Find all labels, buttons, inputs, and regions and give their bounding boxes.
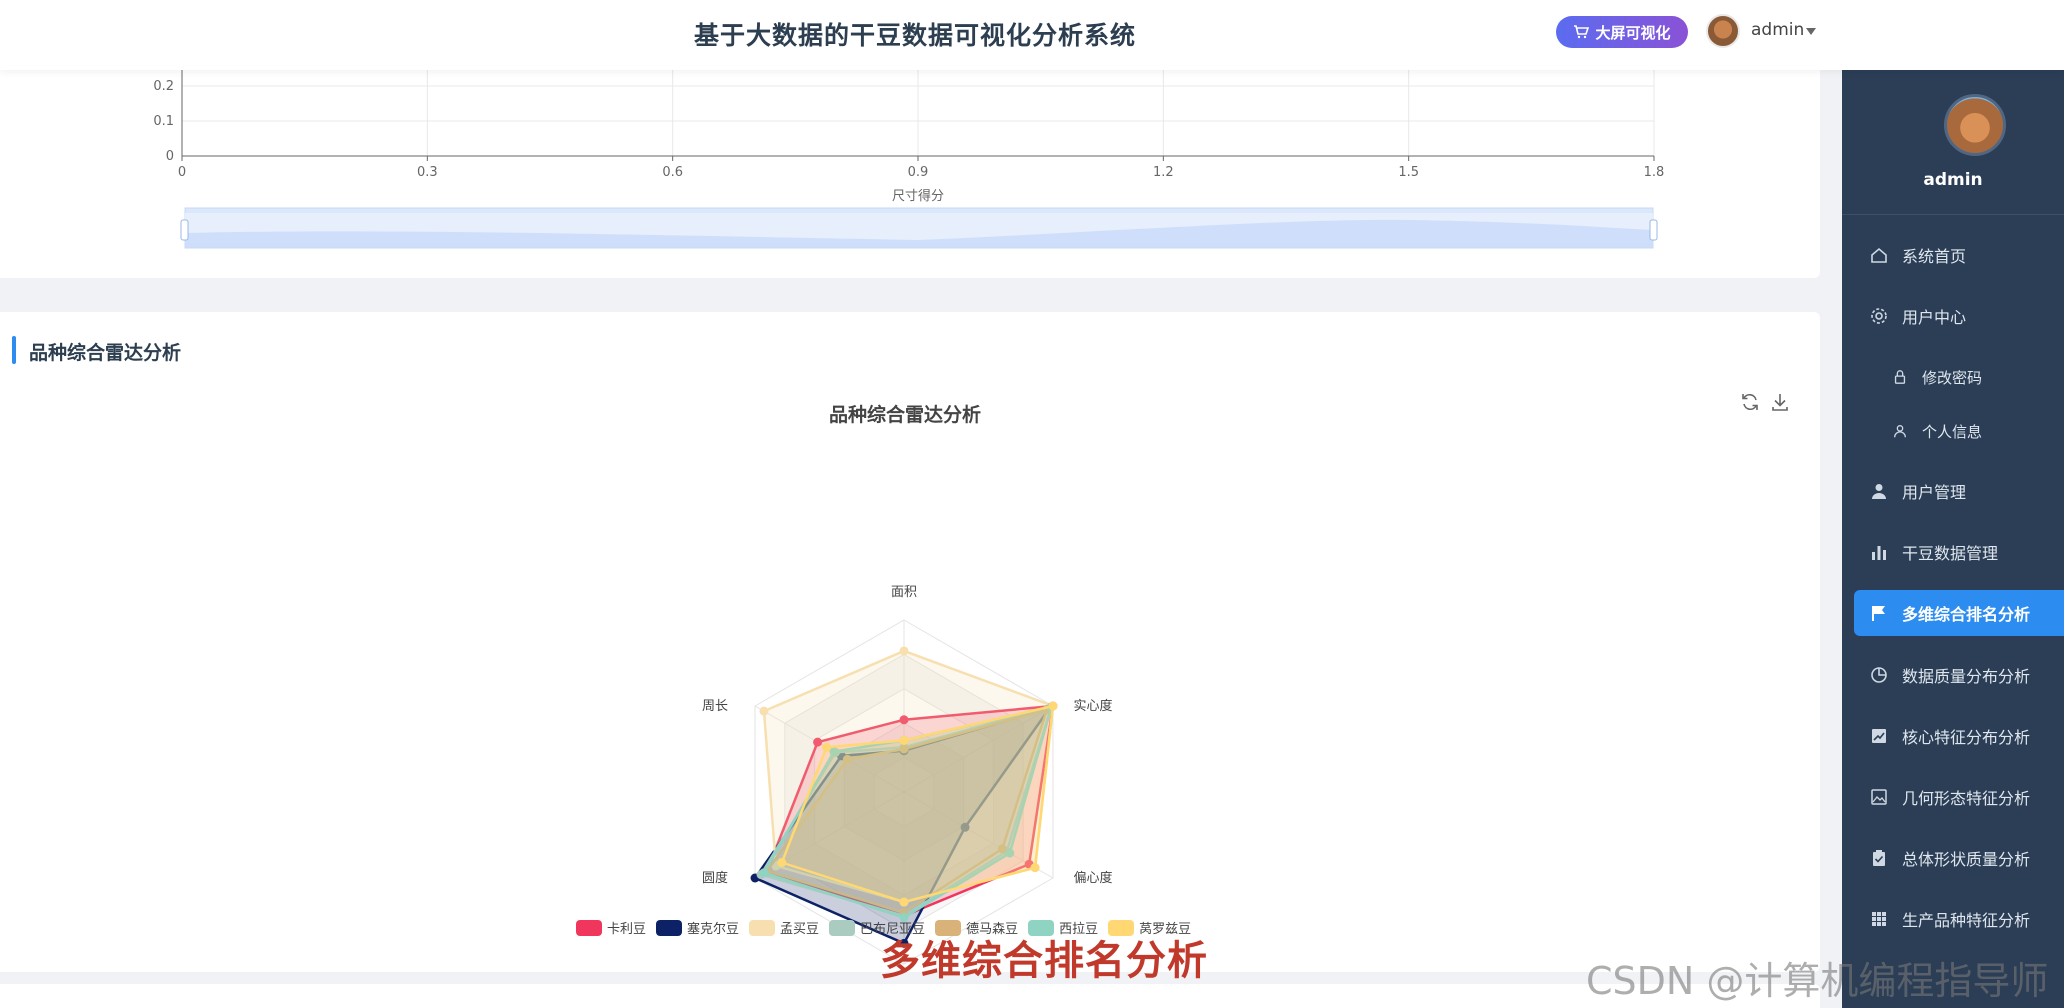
radar-point[interactable] (777, 858, 787, 868)
scatter-chart: 0 0.3 0.6 0.9 1.2 1.5 1.8 0 0.1 0.2 尺寸得分 (153, 40, 1664, 249)
zoom-handle-left[interactable] (180, 219, 189, 241)
sidebar-avatar[interactable] (1944, 94, 2006, 156)
legend-swatch (656, 919, 683, 936)
sidebar-item-label: 几何形态特征分析 (1902, 789, 2031, 808)
x-tick-label: 1.2 (1153, 165, 1174, 180)
home-icon (1870, 246, 1888, 264)
bigscreen-label: 大屏可视化 (1595, 23, 1671, 42)
radar-point[interactable] (899, 735, 909, 745)
sidebar-item-3[interactable]: 个人信息 (1842, 408, 2064, 454)
zoom-handle-right[interactable] (1649, 219, 1658, 241)
radar-chart: 面积实心度偏心度紧凑度圆度周长 (702, 585, 1112, 965)
sidebar-item-6[interactable]: 多维综合排名分析 (1854, 590, 2064, 636)
video-caption: 多维综合排名分析 (880, 938, 1208, 984)
user-icon (1870, 482, 1888, 500)
legend-swatch (749, 919, 776, 936)
radar-card: 品种综合雷达分析 品种综合雷达分析 面积实心度偏心度紧凑度圆度周长 卡利豆塞克尔… (0, 312, 1820, 972)
y-tick-label: 0.2 (153, 79, 174, 94)
legend-item[interactable]: 卡利豆 (576, 918, 646, 937)
legend-label: 塞克尔豆 (687, 922, 740, 937)
sidebar-item-label: 修改密码 (1922, 368, 1983, 387)
radar-indicator-label: 面积 (891, 585, 917, 600)
legend-label: 孟买豆 (780, 922, 820, 937)
bar-chart-icon (1870, 543, 1888, 561)
grid-icon (1870, 910, 1888, 928)
y-tick-label: 0 (166, 149, 174, 164)
radar-indicator-label: 圆度 (702, 870, 728, 886)
radar-indicator-label: 偏心度 (1073, 870, 1112, 886)
radar-point[interactable] (822, 742, 832, 752)
sidebar-item-label: 核心特征分布分析 (1902, 728, 2031, 747)
legend-swatch (576, 919, 602, 936)
sidebar-item-7[interactable]: 数据质量分布分析 (1842, 652, 2064, 698)
next-card (0, 984, 1820, 1008)
x-tick-label: 0.6 (662, 165, 683, 180)
x-tick-label: 0.3 (417, 165, 438, 180)
sidebar-item-4[interactable]: 用户管理 (1842, 468, 2064, 514)
legend-swatch (829, 919, 856, 936)
radar-indicator-label: 实心度 (1073, 698, 1112, 714)
legend-item[interactable]: 塞克尔豆 (656, 918, 739, 937)
x-tick-label: 1.5 (1398, 165, 1419, 180)
lock-icon (1892, 369, 1908, 385)
bigscreen-button[interactable]: 大屏可视化 (1556, 16, 1688, 48)
sidebar-item-label: 数据质量分布分析 (1902, 667, 2031, 686)
sidebar-item-8[interactable]: 核心特征分布分析 (1842, 713, 2064, 759)
sidebar-item-label: 生产品种特征分析 (1902, 911, 2031, 930)
sidebar-item-label: 多维综合排名分析 (1902, 605, 2031, 624)
scatter-chart-card: 0 0.3 0.6 0.9 1.2 1.5 1.8 0 0.1 0.2 尺寸得分 (0, 40, 1820, 278)
sidebar-item-10[interactable]: 总体形状质量分析 (1842, 835, 2064, 881)
header-username[interactable]: admin (1751, 20, 1804, 40)
sidebar-item-label: 总体形状质量分析 (1902, 850, 2031, 869)
x-tick-label: 1.8 (1644, 165, 1665, 180)
sidebar-item-11[interactable]: 生产品种特征分析 (1842, 896, 2064, 942)
header-avatar[interactable] (1706, 14, 1740, 48)
sidebar-item-label: 系统首页 (1902, 247, 1967, 266)
sidebar-item-1[interactable]: 用户中心 (1842, 293, 2064, 339)
pie-icon (1870, 666, 1888, 684)
clipboard-icon (1870, 849, 1888, 867)
radar-point[interactable] (899, 646, 909, 656)
sidebar-item-9[interactable]: 几何形态特征分析 (1842, 774, 2064, 820)
sidebar-item-5[interactable]: 干豆数据管理 (1842, 529, 2064, 575)
x-tick-label: 0 (178, 165, 186, 180)
sidebar: admin 系统首页用户中心修改密码个人信息用户管理干豆数据管理多维综合排名分析… (1842, 70, 2064, 1008)
image-icon (1870, 788, 1888, 806)
trend-icon (1870, 727, 1888, 745)
sidebar-username: admin (1923, 170, 1983, 190)
flag-icon (1870, 604, 1888, 622)
user-outline-icon (1892, 423, 1908, 439)
radar-point[interactable] (899, 897, 909, 907)
legend-label: 卡利豆 (607, 922, 647, 937)
x-tick-label: 0.9 (908, 165, 929, 180)
watermark: CSDN @计算机编程指导师 (1586, 959, 2049, 1003)
sidebar-item-2[interactable]: 修改密码 (1842, 354, 2064, 400)
sidebar-item-label: 用户中心 (1902, 308, 1967, 327)
sidebar-item-label: 个人信息 (1922, 422, 1983, 441)
legend-item[interactable]: 孟买豆 (749, 918, 819, 937)
sidebar-divider (1842, 214, 2064, 215)
y-tick-label: 0.1 (153, 114, 174, 129)
top-chart-xlabel: 尺寸得分 (892, 188, 944, 204)
sidebar-item-0[interactable]: 系统首页 (1842, 232, 2064, 278)
radar-point[interactable] (1030, 863, 1040, 873)
sidebar-item-label: 干豆数据管理 (1902, 544, 1999, 563)
top-header: 基于大数据的干豆数据可视化分析系统 大屏可视化 admin (0, 0, 2064, 70)
caret-down-icon[interactable] (1806, 28, 1816, 35)
cart-icon (1574, 25, 1590, 39)
gear-icon (1870, 307, 1888, 325)
radar-indicator-label: 周长 (702, 699, 728, 714)
top-chart-ticks: 0 0.3 0.6 0.9 1.2 1.5 1.8 0 0.1 0.2 (153, 79, 1664, 180)
data-zoom-slider[interactable] (180, 207, 1658, 249)
sidebar-item-label: 用户管理 (1902, 483, 1967, 502)
radar-point[interactable] (759, 706, 769, 716)
radar-point[interactable] (759, 868, 769, 878)
radar-point[interactable] (1048, 701, 1058, 711)
